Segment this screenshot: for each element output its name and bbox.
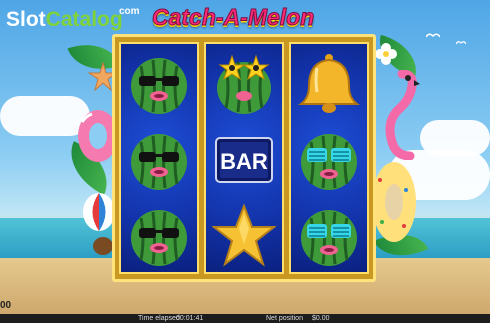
symbol-star [206, 198, 282, 274]
status-bar: Time elapsed 00:01:41 Net position $0.00 [0, 314, 490, 323]
seagull-icon [426, 33, 440, 38]
beach-ball-icon [83, 193, 115, 231]
melon-star-glasses-icon [217, 54, 271, 114]
reel-2: BAR [204, 42, 284, 274]
symbol-bell [291, 46, 367, 122]
symbol-melon-sunglasses [121, 122, 197, 198]
time-elapsed-value: 00:01:41 [176, 315, 204, 322]
melon-sunglasses-icon [131, 134, 187, 190]
net-position-label: Net position [266, 315, 303, 322]
logo-text-catalog: Catalog [45, 8, 123, 31]
gold-bell-icon [298, 54, 360, 113]
symbol-melon-sunglasses [121, 198, 197, 274]
melon-shutter-shades-icon [301, 134, 357, 190]
melon-sunglasses-icon [131, 58, 187, 114]
slotcatalog-logo: SlotCatalog com [6, 6, 140, 38]
melon-sunglasses-icon [131, 210, 187, 266]
symbol-melon-star-glasses [206, 46, 282, 122]
symbol-melon-sunglasses [121, 46, 197, 122]
net-position-value: $0.00 [312, 315, 330, 322]
symbol-melon-shutter-shades [291, 198, 367, 274]
bar-label: BAR [220, 149, 268, 174]
reel-3 [289, 42, 369, 274]
coconut-icon [93, 237, 113, 255]
symbol-melon-shutter-shades [291, 122, 367, 198]
logo-text-com: com [119, 6, 140, 17]
reel-1 [119, 42, 199, 274]
gold-star-icon [212, 204, 276, 267]
reels-frame: BAR [112, 34, 376, 282]
symbol-bar: BAR [206, 122, 282, 198]
balance-fragment: 00 [0, 300, 12, 311]
game-title: Catch-A-Melon [151, 4, 315, 31]
time-elapsed-label: Time elapsed [138, 315, 180, 322]
bar-symbol-icon: BAR [215, 137, 273, 183]
hibiscus-icon [375, 43, 397, 65]
seagull-icon [456, 41, 466, 45]
melon-shutter-shades-icon [301, 210, 357, 266]
cloud [420, 120, 490, 156]
flamingo-float-icon [385, 70, 420, 160]
logo-text-slot: Slot [6, 8, 46, 31]
donut-float-icon [372, 162, 416, 242]
